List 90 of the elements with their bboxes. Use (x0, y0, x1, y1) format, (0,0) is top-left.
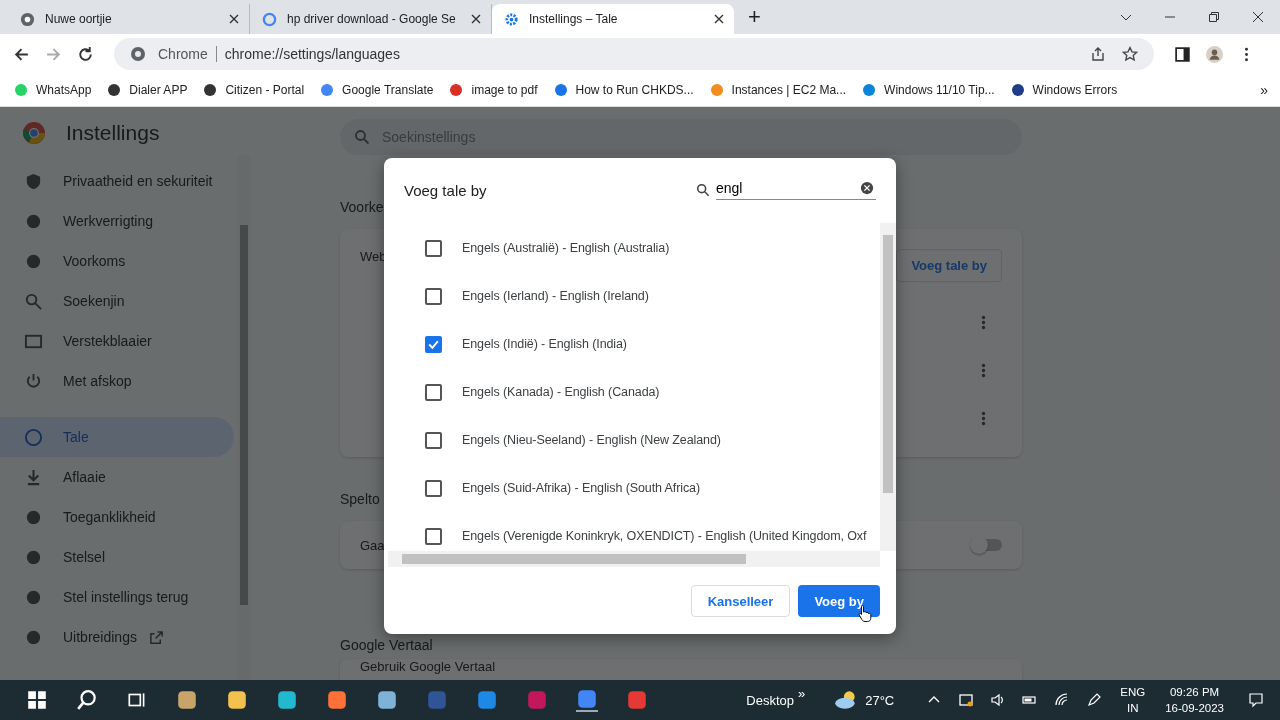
monitor-icon[interactable] (958, 692, 975, 708)
favicon-icon (107, 83, 122, 97)
search-field[interactable]: engl (716, 180, 876, 200)
scrollbar[interactable] (238, 155, 250, 680)
search-icon[interactable] (76, 689, 98, 711)
desktop-toolbar[interactable]: Desktop (746, 692, 794, 708)
more-icon[interactable] (981, 363, 986, 378)
checkbox[interactable] (425, 287, 442, 305)
favicon-icon (553, 83, 568, 97)
pen-icon[interactable] (1086, 692, 1103, 708)
app-icon[interactable] (476, 689, 498, 711)
notifications-icon[interactable] (1248, 692, 1264, 708)
section-heading: Voorke (340, 199, 384, 215)
row-label: Gaa (360, 537, 385, 553)
share-icon[interactable] (1090, 46, 1106, 62)
app-icon[interactable] (326, 689, 348, 711)
favicon-icon (449, 83, 464, 97)
section-heading: Spelto (340, 491, 380, 507)
clear-icon[interactable] (860, 181, 874, 195)
star-icon[interactable] (1122, 46, 1138, 62)
language-label: Engels (Ierland) - English (Ireland) (462, 289, 649, 303)
row-label: Gebruik Google Vertaal (360, 659, 496, 674)
close-icon[interactable] (471, 14, 481, 24)
external-link-icon (148, 629, 164, 645)
restore-icon[interactable] (1208, 11, 1220, 23)
bookmark[interactable]: image to pdf (449, 83, 538, 97)
app-icon[interactable] (176, 689, 198, 711)
toolbar-overflow-button[interactable]: » (797, 685, 806, 701)
app-icon[interactable] (576, 688, 598, 712)
app-icon[interactable] (226, 689, 248, 711)
gear-icon (504, 11, 519, 27)
checkbox[interactable] (425, 239, 442, 257)
bookmark[interactable]: Citizen - Portal (203, 83, 305, 97)
close-icon[interactable] (1252, 11, 1264, 23)
more-icon[interactable] (981, 411, 986, 426)
side-panel-icon[interactable] (1174, 45, 1191, 63)
bookmark[interactable]: Google Translate (320, 83, 434, 97)
dialog-button[interactable]: Kanselleer (690, 585, 791, 617)
toggle-switch[interactable] (972, 539, 1002, 551)
settings-title: Instellings (66, 121, 160, 145)
nav-icon (24, 427, 43, 447)
checkbox[interactable] (425, 479, 442, 497)
checkbox[interactable] (425, 527, 442, 545)
bookmark[interactable]: Dialer APP (107, 83, 188, 97)
more-bookmarks-button[interactable]: » (1260, 82, 1268, 98)
bookmark[interactable]: Windows 11/10 Tip... (862, 83, 995, 97)
app-icon[interactable] (276, 689, 298, 711)
close-icon[interactable] (229, 14, 239, 24)
language-label: Engels (Nieu-Seeland) - English (New Zealand) (462, 433, 721, 447)
dialog-button[interactable]: Voeg by (798, 585, 880, 617)
browser-tab[interactable]: Instellings – Tale (492, 4, 734, 34)
clock[interactable]: 09:26 PM 16-09-2023 (1165, 684, 1224, 716)
checkbox[interactable] (425, 431, 442, 449)
favicon-icon (709, 83, 724, 97)
scrollbar[interactable] (388, 551, 880, 567)
language-label: Engels (Verenigde Koninkryk, OXENDICT) - English (United Kingdom, Oxf (462, 529, 867, 543)
favicon-icon (862, 83, 877, 97)
favicon-icon (14, 83, 28, 97)
bookmark[interactable]: WhatsApp (14, 83, 92, 97)
chrome-logo-icon (22, 121, 46, 145)
nav-icon (24, 171, 43, 191)
search-icon (354, 129, 370, 145)
language-label: Engels (Kanada) - English (Canada) (462, 385, 660, 399)
favicon-icon (203, 83, 218, 97)
dialog-title: Voeg tale by (404, 181, 487, 199)
address-bar[interactable]: Chrome chrome://settings/languages (114, 38, 1154, 70)
language-label: Engels (Indië) - English (India) (462, 337, 627, 351)
more-icon[interactable] (981, 315, 986, 330)
windows-start-icon[interactable] (26, 689, 48, 711)
search-icon (696, 183, 710, 197)
language-label: Engels (Suid-Afrika) - English (South Africa) (462, 481, 700, 495)
bookmark[interactable]: Windows Errors (1010, 83, 1118, 97)
nav-icon (24, 371, 43, 391)
app-icon[interactable] (376, 689, 398, 711)
favicon-icon (1010, 83, 1025, 97)
checkbox[interactable] (425, 335, 442, 353)
reload-icon[interactable] (77, 45, 94, 63)
input-language-indicator[interactable]: ENG IN (1120, 684, 1146, 716)
bookmark[interactable]: Instances | EC2 Ma... (709, 83, 847, 97)
scrollbar[interactable] (880, 223, 896, 551)
language-label: Engels (Australië) - English (Australia) (462, 241, 670, 255)
bookmark[interactable]: How to Run CHKDS... (553, 83, 694, 97)
new-tab-button[interactable]: + (748, 4, 761, 30)
section-heading: Google Vertaal (340, 637, 433, 653)
checkbox[interactable] (425, 383, 442, 401)
nav-icon (24, 291, 43, 311)
profile-icon[interactable] (1206, 45, 1223, 63)
temperature[interactable]: 27°C (865, 692, 895, 708)
close-icon[interactable] (714, 14, 724, 24)
favicon-icon (320, 83, 335, 97)
